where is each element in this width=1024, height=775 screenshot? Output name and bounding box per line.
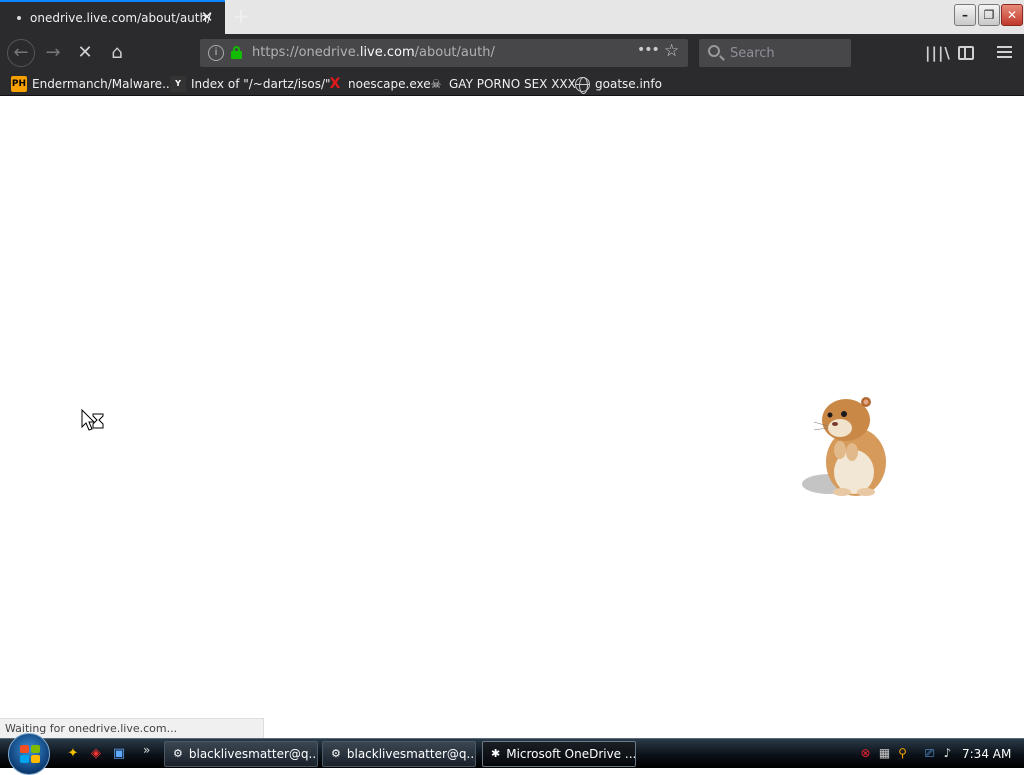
tray-search-icon[interactable]: ⚲ — [895, 746, 910, 761]
skull-favicon-icon: ☠ — [430, 77, 442, 91]
taskbar-item-label: blacklivesmatter@q... — [346, 747, 476, 761]
home-button[interactable]: ⌂ — [104, 40, 130, 66]
windows-logo-icon — [20, 745, 40, 763]
bookmark-noescape[interactable]: X noescape.exe — [327, 76, 431, 92]
security-alert-icon[interactable]: ⊗ — [858, 746, 873, 761]
bookmark-label: noescape.exe — [348, 77, 431, 91]
x-favicon-icon: X — [329, 76, 341, 92]
forward-button[interactable]: → — [40, 40, 66, 66]
url-path: /about/auth/ — [414, 45, 495, 60]
url-text[interactable]: https://onedrive.live.com/about/auth/ — [252, 45, 495, 60]
start-button[interactable] — [8, 733, 50, 775]
new-tab-button[interactable]: + — [228, 3, 254, 29]
restore-button[interactable]: ❐ — [978, 4, 1000, 26]
taskbar-item-label: Microsoft OneDrive ... — [506, 747, 636, 761]
firefox-app-icon: ✱ — [491, 747, 501, 760]
quick-launch-app-icon[interactable]: ✦ — [65, 746, 81, 762]
tab-title: onedrive.live.com/about/auth/ — [30, 11, 212, 25]
bookmark-index-dartz[interactable]: Y Index of "/~dartz/isos/" — [170, 76, 331, 92]
url-domain: live.com — [359, 45, 415, 60]
loading-indicator-icon — [17, 16, 21, 20]
search-bar[interactable] — [699, 39, 851, 67]
hamburger-menu-icon[interactable] — [997, 46, 1012, 61]
tray-app-icon[interactable]: ▦ — [877, 746, 892, 761]
minimize-icon: – — [962, 8, 968, 22]
search-icon — [708, 45, 720, 57]
tab-close-icon[interactable]: ✕ — [199, 9, 215, 25]
quick-launch-overflow-icon[interactable]: » — [143, 743, 150, 757]
close-window-button[interactable]: ✕ — [1001, 4, 1023, 26]
bookmark-goatse[interactable]: goatse.info — [575, 76, 662, 94]
minimize-button[interactable]: – — [954, 4, 976, 26]
bookmark-endermanch[interactable]: PH Endermanch/Malware... — [11, 76, 174, 92]
show-desktop-icon[interactable]: ▣ — [111, 746, 127, 762]
taskbar: ✦ ◈ ▣ » ⚙ blacklivesmatter@q... ⚙ blackl… — [0, 733, 1024, 775]
nav-toolbar: ← → ✕ ⌂ i https://onedrive.live.com/abou… — [0, 34, 1024, 72]
network-app-icon: ⚙ — [173, 747, 183, 760]
taskbar-item-active[interactable]: ✱ Microsoft OneDrive ... — [482, 741, 636, 767]
sidebar-toggle-icon[interactable] — [958, 46, 974, 60]
back-button[interactable]: ← — [7, 39, 35, 67]
bookmark-label: Endermanch/Malware... — [32, 77, 174, 91]
tab-onedrive[interactable]: onedrive.live.com/about/auth/ ✕ — [0, 0, 225, 34]
clock[interactable]: 7:34 AM — [962, 747, 1011, 761]
bookmark-label: GAY PORNO SEX XXX — [449, 77, 576, 91]
hamster-image — [802, 397, 886, 496]
bookmark-label: Index of "/~dartz/isos/" — [191, 77, 331, 91]
bookmark-gay-porno[interactable]: ☠ GAY PORNO SEX XXX — [428, 76, 576, 92]
close-icon: ✕ — [1006, 8, 1018, 22]
lock-icon[interactable] — [231, 46, 242, 59]
quick-launch-browser-icon[interactable]: ◈ — [88, 746, 104, 762]
library-icon[interactable]: |||\ — [925, 44, 951, 62]
url-bar[interactable]: i https://onedrive.live.com/about/auth/ … — [200, 39, 688, 67]
taskbar-item-label: blacklivesmatter@q... — [188, 747, 318, 761]
globe-icon — [575, 76, 590, 94]
site-info-icon[interactable]: i — [208, 45, 224, 61]
search-input[interactable] — [730, 44, 845, 62]
yp-favicon-icon: Y — [170, 76, 186, 92]
restore-icon: ❐ — [983, 8, 995, 22]
url-prefix: https://onedrive. — [252, 45, 360, 60]
bookmark-label: goatse.info — [595, 77, 662, 91]
taskbar-item[interactable]: ⚙ blacklivesmatter@q... — [322, 741, 476, 767]
page-actions-icon[interactable]: ••• — [637, 42, 660, 58]
network-app-icon: ⚙ — [331, 747, 341, 760]
bookmark-star-icon[interactable]: ☆ — [664, 41, 679, 61]
stop-button[interactable]: ✕ — [72, 40, 98, 66]
busy-cursor-icon — [81, 409, 104, 431]
taskbar-item[interactable]: ⚙ blacklivesmatter@q... — [164, 741, 318, 767]
network-icon[interactable]: ⎚ — [922, 746, 937, 761]
bookmarks-toolbar: PH Endermanch/Malware... Y Index of "/~d… — [0, 72, 1024, 96]
ph-favicon-icon: PH — [11, 76, 27, 92]
tab-strip: onedrive.live.com/about/auth/ ✕ + – ❐ ✕ — [0, 0, 1024, 34]
volume-icon[interactable]: ♪ — [940, 746, 955, 761]
